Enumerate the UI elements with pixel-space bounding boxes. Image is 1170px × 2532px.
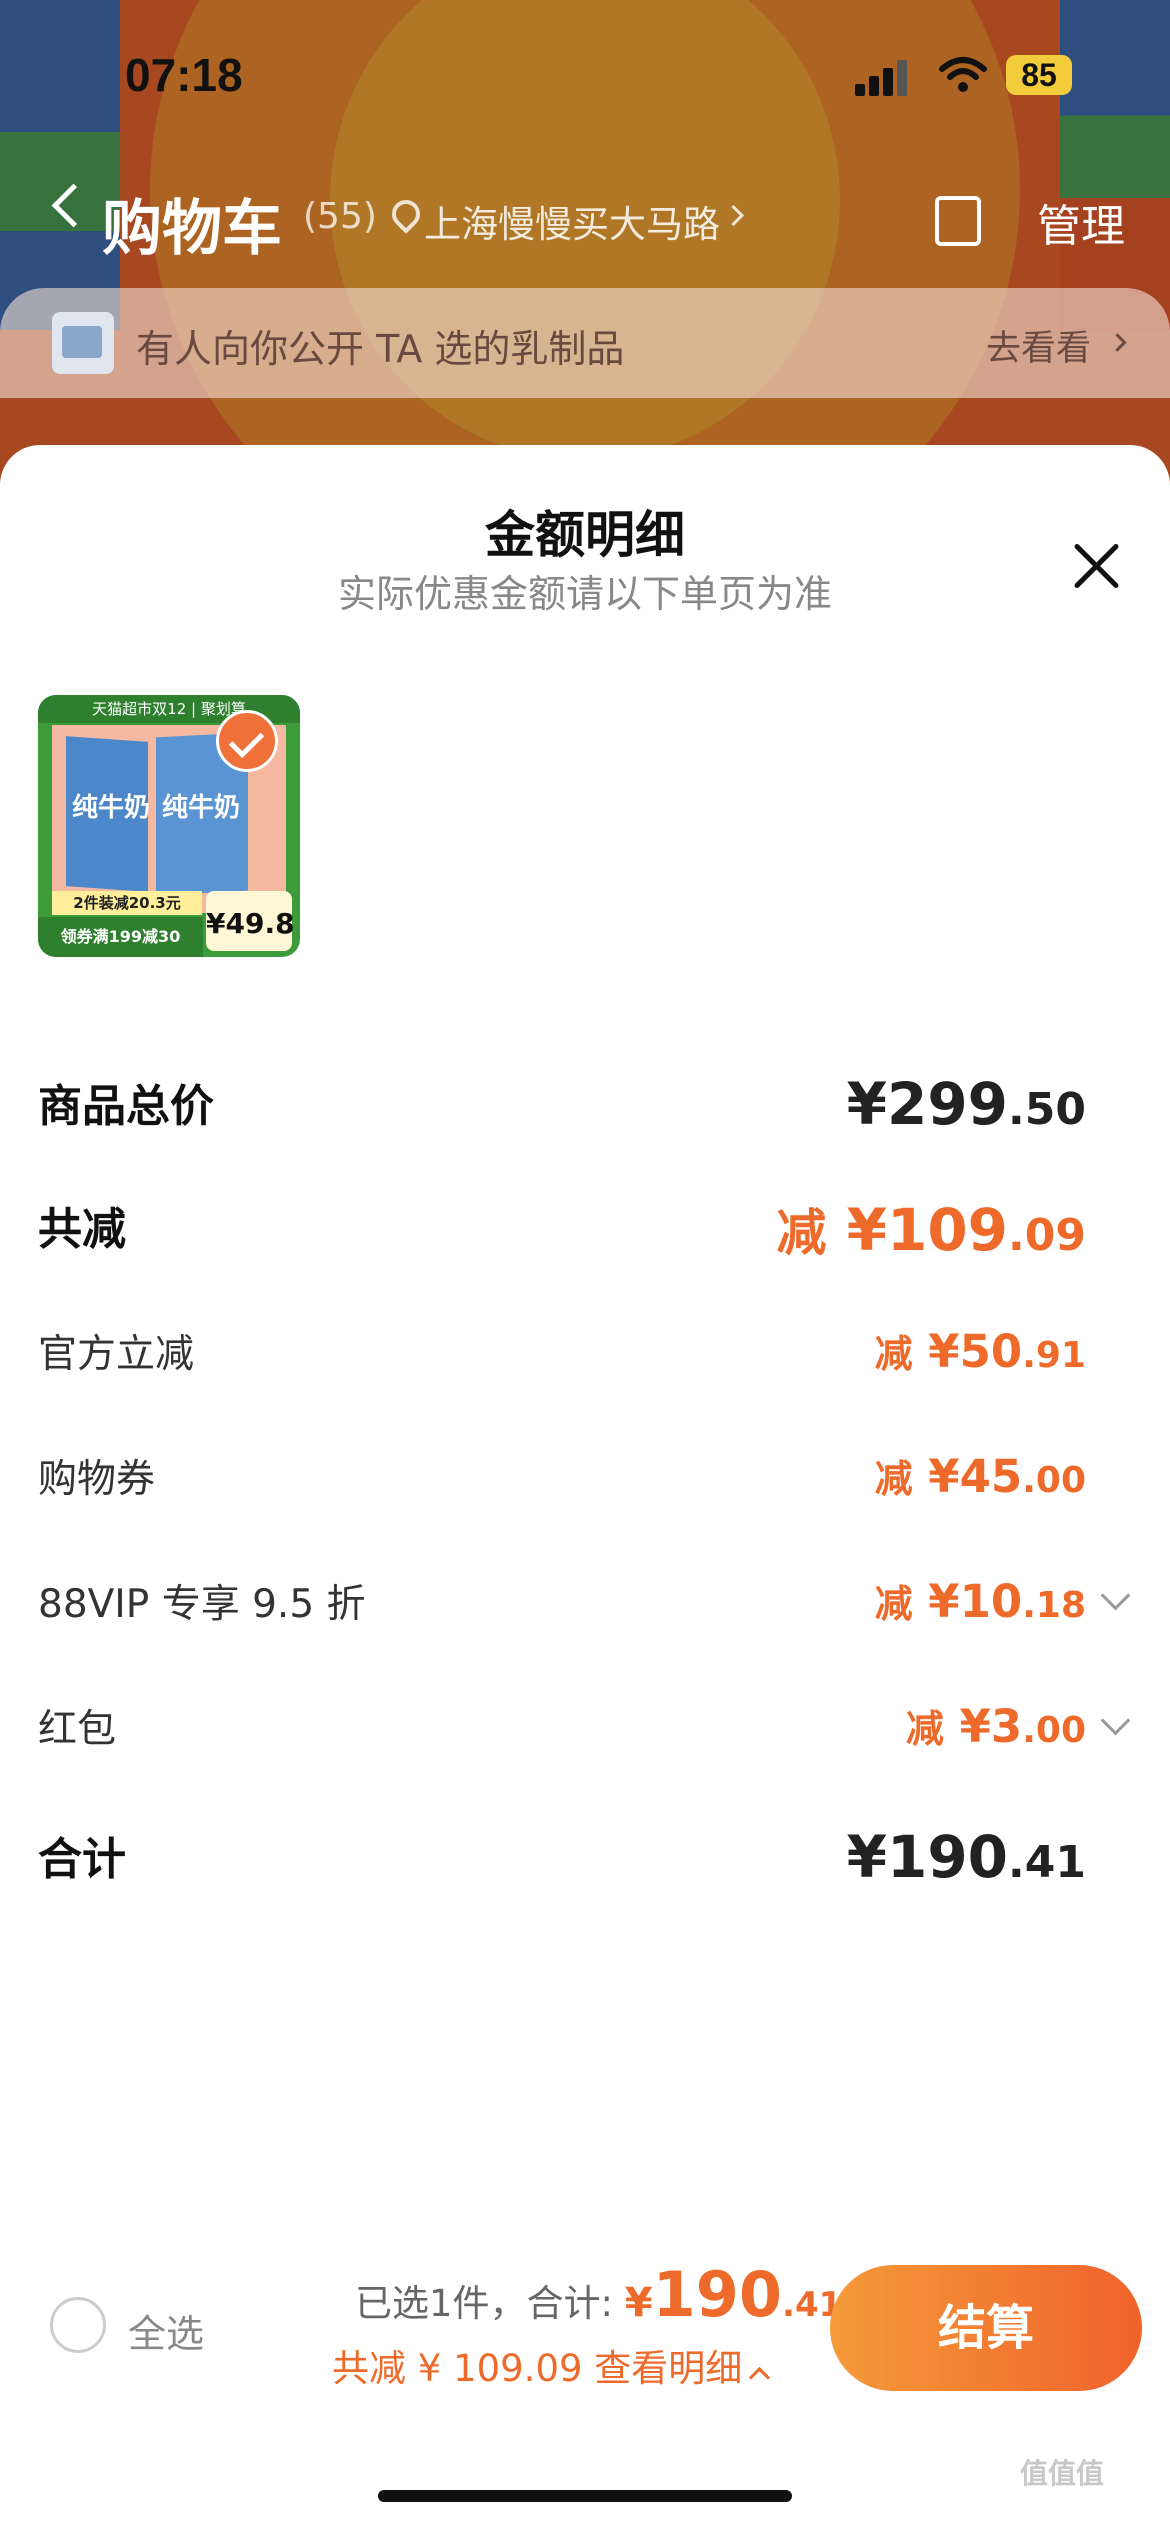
product-promo-bar: 2件装减20.3元 <box>52 891 202 915</box>
bottom-total: ¥190.41 <box>624 2258 843 2331</box>
row-label: 合计 <box>38 1834 126 1885</box>
row-label: 购物券 <box>38 1457 156 1502</box>
delivery-address[interactable]: 上海慢慢买大马路 <box>424 194 720 248</box>
promo-thumbnail <box>52 312 114 374</box>
product-thumbnail[interactable]: 天猫超市双12 | 聚划算 纯牛奶 纯牛奶 2件装减20.3元 领券满199减3… <box>38 695 300 957</box>
row-label: 88VIP 专享 9.5 折 <box>38 1582 366 1627</box>
share-icon[interactable] <box>935 196 981 246</box>
status-time: 07:18 <box>125 49 243 101</box>
manage-button[interactable]: 管理 <box>1037 190 1125 254</box>
row-amount: 减 ¥109.09 <box>776 1196 1086 1264</box>
close-icon[interactable] <box>1070 540 1122 592</box>
row-amount: 减 ¥10.18 <box>874 1575 1086 1628</box>
row-shopping-coupon: 购物券 减 ¥45.00 <box>38 1448 1132 1508</box>
cart-count: (55) <box>303 196 377 237</box>
row-label: 官方立减 <box>38 1332 195 1377</box>
product-price: ¥49.8 <box>206 891 295 951</box>
chevron-down-icon[interactable] <box>1100 1705 1131 1736</box>
row-vip-discount[interactable]: 88VIP 专享 9.5 折 减 ¥10.18 <box>38 1573 1132 1633</box>
chevron-up-icon <box>749 2366 771 2389</box>
product-name-left: 纯牛奶 <box>72 793 151 823</box>
signal-icon <box>855 60 915 96</box>
watermark: 值值值 <box>1020 2457 1105 2490</box>
sheet-subtitle: 实际优惠金额请以下单页为准 <box>337 572 832 616</box>
row-label: 商品总价 <box>38 1081 214 1132</box>
promo-text: 有人向你公开 TA 选的乳制品 <box>136 327 625 371</box>
check-icon[interactable] <box>216 710 278 772</box>
row-red-packet[interactable]: 红包 减 ¥3.00 <box>38 1698 1132 1758</box>
sheet-title: 金额明细 <box>485 506 685 564</box>
selection-summary: 已选1件，合计: ¥190.41 <box>355 2258 843 2331</box>
row-label: 红包 <box>38 1707 117 1752</box>
amount-detail-sheet: 金额明细 实际优惠金额请以下单页为准 天猫超市双12 | 聚划算 纯牛奶 纯牛奶… <box>0 445 1170 2532</box>
promo-link[interactable]: 去看看 <box>986 320 1091 371</box>
row-total-reduce: 共减 减 ¥109.09 <box>38 1193 1132 1264</box>
row-amount: 减 ¥3.00 <box>905 1700 1086 1753</box>
wifi-icon <box>939 57 987 92</box>
row-label: 共减 <box>38 1204 126 1255</box>
view-detail-link[interactable]: 共减 ¥ 109.09 查看明细 <box>332 2338 771 2392</box>
checkout-button[interactable]: 结算 <box>830 2265 1142 2391</box>
row-amount: ¥190.41 <box>846 1823 1086 1891</box>
row-grand-total: 合计 ¥190.41 <box>38 1823 1132 1893</box>
select-all-radio[interactable] <box>50 2297 106 2353</box>
row-official-reduce: 官方立减 减 ¥50.91 <box>38 1323 1132 1383</box>
battery-icon: 85 <box>1006 55 1072 95</box>
home-indicator <box>378 2490 792 2502</box>
product-coupon: 领券满199减30 <box>38 917 203 957</box>
product-name-right: 纯牛奶 <box>162 793 241 823</box>
select-all-label[interactable]: 全选 <box>128 2303 204 2358</box>
row-amount: 减 ¥45.00 <box>874 1450 1086 1503</box>
page-title: 购物车 <box>102 194 282 264</box>
row-amount: ¥299.50 <box>846 1070 1086 1138</box>
row-goods-total: 商品总价 ¥299.50 <box>38 1070 1132 1140</box>
row-amount: 减 ¥50.91 <box>874 1325 1086 1378</box>
chevron-down-icon[interactable] <box>1100 1580 1131 1611</box>
